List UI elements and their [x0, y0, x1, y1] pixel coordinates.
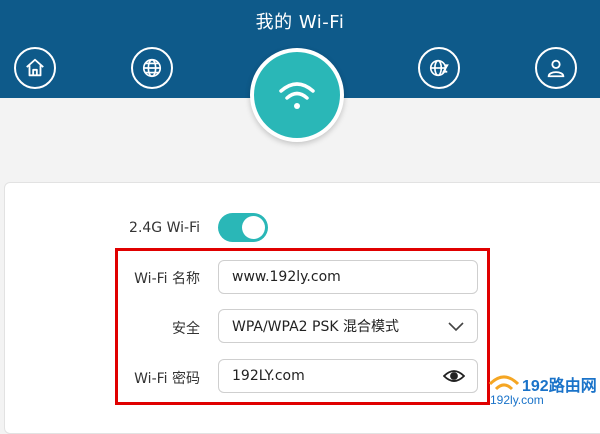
page-title: 我的 Wi-Fi: [255, 12, 345, 33]
globe-icon[interactable]: [131, 47, 173, 89]
wifi-24g-toggle[interactable]: [218, 213, 268, 242]
wifi-24g-label: 2.4G Wi-Fi: [129, 220, 200, 236]
internet-settings-icon[interactable]: [418, 47, 460, 89]
highlight-box: [115, 248, 490, 405]
toggle-knob: [242, 216, 265, 239]
user-icon[interactable]: [535, 47, 577, 89]
wifi-icon[interactable]: [250, 48, 344, 142]
watermark-sub: 192ly.com: [490, 393, 544, 407]
home-icon[interactable]: [14, 47, 56, 89]
watermark: 192路由网 192ly.com: [486, 370, 600, 414]
